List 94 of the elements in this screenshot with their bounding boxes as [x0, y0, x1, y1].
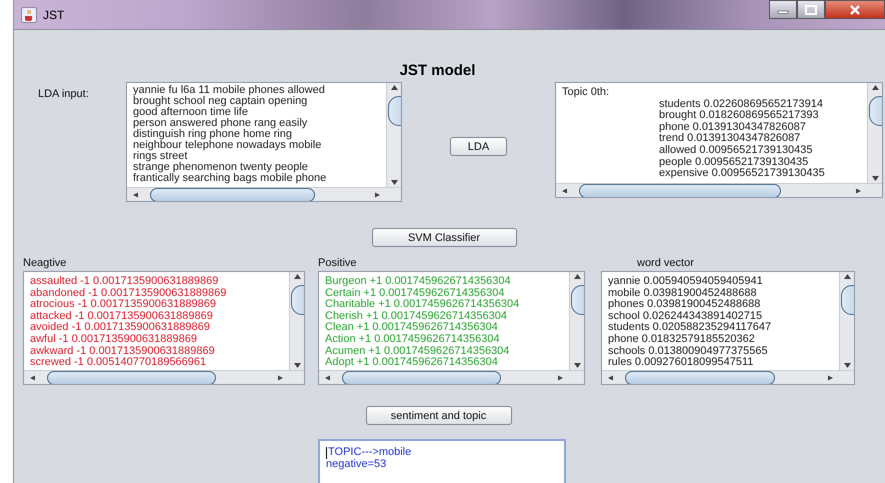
scroll-right-arrow-icon[interactable]: [558, 374, 563, 380]
text-line: awkward -1 0.0017135900631889869: [30, 346, 216, 357]
text-line: rings street: [133, 151, 188, 162]
horizontal-scrollbar[interactable]: [127, 187, 401, 201]
scroll-thumb[interactable]: [579, 184, 780, 197]
text-line: frantically searching bags mobile phone: [133, 173, 328, 184]
panel-label: word vector: [637, 257, 695, 270]
scroll-down-arrow-icon[interactable]: [390, 180, 398, 185]
window-heading: JST model: [400, 62, 476, 81]
text-line: negative=53: [326, 458, 388, 470]
scroll-down-arrow-icon[interactable]: [844, 363, 850, 368]
lda-button[interactable]: LDA: [450, 137, 507, 156]
scroll-thumb[interactable]: [47, 371, 216, 384]
java-cup-icon: [21, 6, 37, 22]
scroll-down-arrow-icon[interactable]: [574, 363, 580, 368]
text-line: awful -1 0.0017135900631889869: [30, 334, 198, 346]
text-line: neighbour telephone nowadays mobile: [133, 140, 322, 151]
horizontal-scrollbar[interactable]: [602, 370, 854, 384]
text-line: assaulted -1 0.0017135900631889869: [30, 276, 220, 288]
vertical-scrollbar[interactable]: [289, 272, 304, 370]
scroll-left-arrow-icon[interactable]: [30, 374, 35, 380]
panel-label: Neagtive: [23, 257, 68, 270]
panel-label: Positive: [318, 257, 358, 270]
scroll-left-arrow-icon[interactable]: [325, 374, 330, 380]
scroll-down-arrow-icon[interactable]: [872, 176, 878, 181]
window-title: JST: [43, 8, 64, 22]
scroll-down-arrow-icon[interactable]: [294, 363, 300, 368]
scroll-thumb[interactable]: [342, 371, 501, 384]
text-line: students 0.022608695652173914: [658, 98, 824, 110]
text-line: Action +1 0.0017459626714356304: [325, 334, 501, 346]
text-line: Cherish +1 0.0017459626714356304: [325, 310, 508, 322]
vertical-scrollbar[interactable]: [386, 83, 401, 187]
vertical-scrollbar[interactable]: [569, 272, 584, 370]
svm-classifier-button[interactable]: SVM Classifier: [372, 228, 516, 247]
vertical-scrollbar[interactable]: [839, 272, 854, 370]
close-button[interactable]: [825, 0, 885, 19]
scroll-left-arrow-icon[interactable]: [133, 192, 138, 198]
horizontal-scrollbar[interactable]: [319, 370, 584, 384]
sentiment-and-topic-button[interactable]: sentiment and topic: [366, 406, 512, 425]
text-line: phone 0.01391304347826087: [658, 122, 807, 133]
text-line: rules 0.009276018099547511: [608, 357, 754, 369]
scroll-up-arrow-icon[interactable]: [294, 274, 300, 279]
text-line: Charitable +1 0.0017459626714356304: [325, 299, 520, 311]
scroll-thumb[interactable]: [625, 371, 775, 384]
text-line: yannie 0.005940594059405941: [608, 276, 764, 288]
text-line: Certain +1 0.0017459626714356304: [325, 288, 506, 299]
text-line: school 0.026244343891402715: [608, 310, 764, 322]
text-line: phones 0.03981900452488688: [608, 299, 762, 311]
scroll-left-arrow-icon[interactable]: [562, 188, 567, 194]
text-line: brought 0.018260869565217393: [658, 110, 820, 122]
text-line: avoided -1 0.0017135900631889869: [30, 322, 211, 334]
horizontal-scrollbar[interactable]: [556, 183, 882, 197]
scroll-right-arrow-icon[interactable]: [856, 188, 861, 194]
scroll-right-arrow-icon[interactable]: [375, 192, 380, 198]
output-text-area[interactable]: TOPIC--->mobile negative=53: [318, 439, 566, 483]
text-line: attacked -1 0.0017135900631889869: [30, 310, 214, 322]
horizontal-scrollbar[interactable]: [24, 370, 304, 384]
text-line: TOPIC--->mobile: [326, 447, 564, 459]
close-icon: [849, 4, 861, 14]
text-line: good afternoon time life: [133, 107, 248, 118]
text-line: schools 0.013800904977375565: [608, 346, 769, 357]
text-line: people 0.00956521739130435: [658, 156, 810, 168]
field-label: LDA input:: [38, 88, 90, 100]
scroll-up-arrow-icon[interactable]: [844, 274, 850, 279]
text-line: screwed -1 0.005140770189566961: [30, 357, 208, 369]
text-line: Adopt +1 0.0017459626714356304: [325, 357, 499, 369]
scroll-up-arrow-icon[interactable]: [574, 274, 580, 279]
text-line: students 0.020588235294117647: [608, 322, 772, 334]
scroll-up-arrow-icon[interactable]: [872, 85, 878, 90]
text-line: allowed 0.00956521739130435: [658, 144, 814, 157]
text-line: person answered phone rang easily: [133, 118, 308, 129]
minimize-button[interactable]: [769, 0, 797, 19]
text-line: brought school neg captain opening: [133, 96, 308, 107]
scroll-left-arrow-icon[interactable]: [608, 374, 613, 380]
vertical-scrollbar[interactable]: [867, 83, 882, 183]
text-line: atrocious -1 0.0017135900631889869: [30, 299, 217, 311]
text-line: distinguish ring phone home ring: [133, 129, 292, 140]
scroll-thumb[interactable]: [150, 188, 316, 201]
scroll-right-arrow-icon[interactable]: [278, 374, 283, 380]
text-line: yannie fu l6a 11 mobile phones allowed: [133, 85, 326, 96]
text-line: strange phenomenon twenty people: [133, 162, 309, 173]
text-line: Clean +1 0.0017459626714356304: [325, 322, 499, 334]
scroll-right-arrow-icon[interactable]: [828, 374, 833, 380]
text-line: phone 0.01832579185520362: [608, 334, 756, 346]
text-line: expensive 0.00956521739130435: [658, 168, 826, 180]
topic-heading: Topic 0th:: [562, 87, 610, 99]
text-line: mobile 0.03981900452488688: [608, 288, 758, 299]
scroll-up-arrow-icon[interactable]: [390, 85, 398, 90]
text-line: abandoned -1 0.0017135900631889869: [30, 288, 228, 299]
text-line: Burgeon +1 0.0017459626714356304: [325, 276, 512, 288]
maximize-icon: [805, 4, 817, 14]
text-line: Acumen +1 0.0017459626714356304: [325, 346, 510, 357]
maximize-button[interactable]: [797, 0, 825, 19]
text-line: trend 0.01391304347826087: [658, 133, 802, 145]
